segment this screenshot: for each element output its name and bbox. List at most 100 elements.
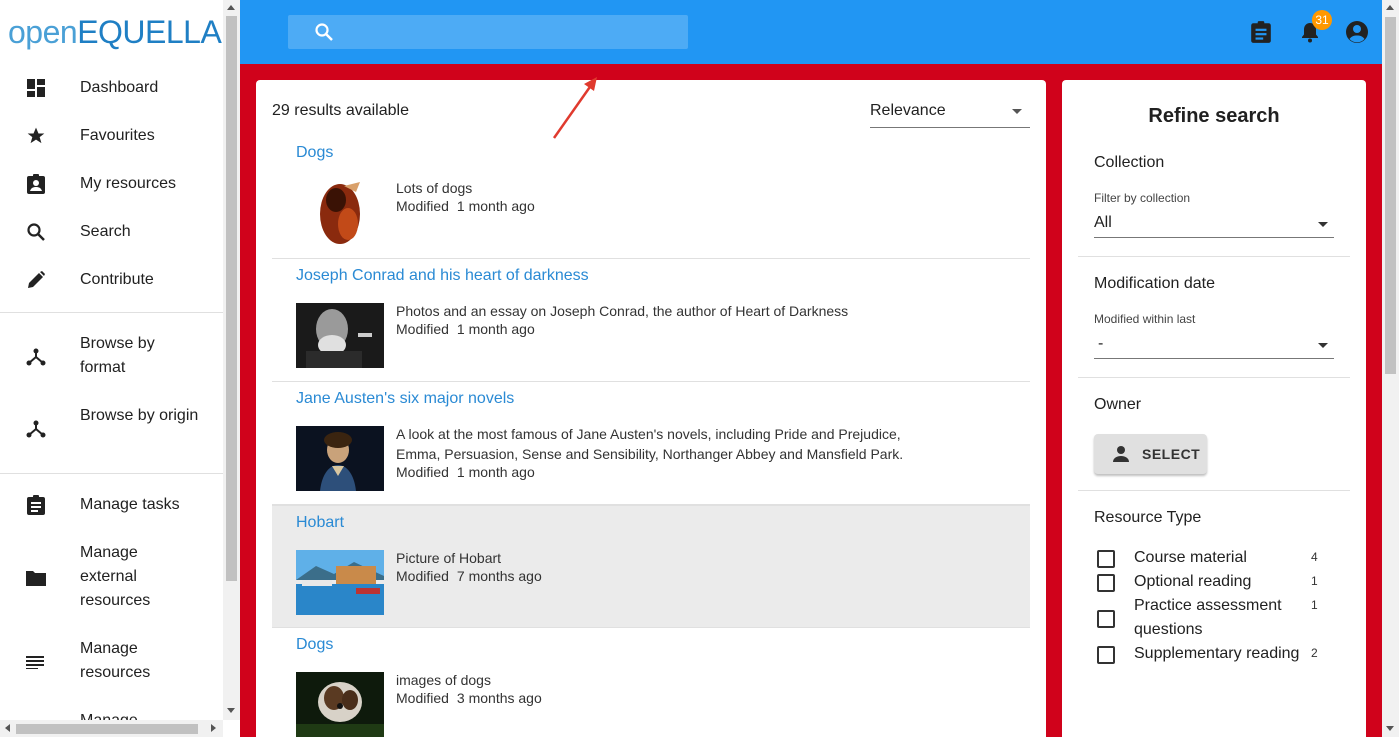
result-thumbnail[interactable] [296,303,384,368]
sidebar-item-label: Search [80,223,131,240]
sidebar-item-label: Contribute [80,271,154,288]
search-result-item: Dogs Lots of dogs Modified 1 month ago [272,136,1030,259]
page-vertical-scrollbar[interactable] [1382,0,1399,737]
pencil-icon [25,269,47,291]
resource-type-label: Optional reading [1134,573,1252,590]
sidebar-item-contribute[interactable]: Contribute [0,256,223,304]
main-content: 29 results available Relevance Dogs Lots… [240,64,1382,737]
resource-type-label: Course material [1134,549,1247,566]
resource-type-option-optional-reading[interactable]: Optional reading 1 [1094,570,1334,594]
sidebar-drawer: openEQUELLA Dashboard Favourites My reso… [0,0,223,737]
star-icon [25,125,47,147]
collection-select[interactable]: All [1094,212,1334,238]
modified-within-label: Modified within last [1094,312,1196,326]
person-icon [1113,446,1129,462]
hierarchy-icon [25,346,47,368]
chevron-down-icon [1318,343,1328,348]
resource-type-section-title: Resource Type [1094,509,1202,526]
modified-within-value: - [1098,335,1104,352]
search-icon [315,23,333,41]
sidebar-item-search[interactable]: Search [0,208,223,256]
resource-type-option-supplementary-reading[interactable]: Supplementary reading 2 [1094,642,1334,666]
result-title-link[interactable]: Joseph Conrad and his heart of darkness [296,267,589,285]
result-title-link[interactable]: Dogs [296,144,333,162]
search-result-item: Joseph Conrad and his heart of darkness … [272,259,1030,382]
result-thumbnail[interactable] [296,550,384,615]
scroll-right-arrow-icon[interactable] [211,724,216,732]
annotation-arrow-icon [552,77,597,139]
sidebar-divider [0,312,223,313]
scrollbar-thumb[interactable] [16,724,198,734]
result-description: images of dogs [396,672,491,688]
modification-date-section-title: Modification date [1094,275,1215,292]
scrollbar-thumb[interactable] [1385,17,1396,374]
result-thumbnail[interactable] [296,672,384,737]
scrollbar-thumb[interactable] [226,16,237,581]
dashboard-icon [25,77,47,99]
result-title-link[interactable]: Dogs [296,636,333,654]
clipboard-icon[interactable] [1250,20,1274,44]
result-title-link[interactable]: Hobart [296,514,344,532]
resource-type-label: Practice assessment questions [1134,597,1282,638]
result-thumbnail[interactable] [296,180,384,245]
section-divider [1078,377,1350,378]
checkbox[interactable] [1097,646,1115,664]
app-bar: 31 [240,0,1382,64]
sidebar-item-favourites[interactable]: Favourites [0,112,223,160]
results-count: 29 results available [272,102,409,119]
resource-type-label: Supplementary reading [1134,645,1300,662]
collection-section-title: Collection [1094,154,1165,171]
clipboard-icon [25,494,47,516]
collection-filter-label: Filter by collection [1094,191,1191,205]
checkbox[interactable] [1097,574,1115,592]
account-circle-icon[interactable] [1345,20,1369,44]
scroll-up-arrow-icon[interactable] [227,5,235,10]
sidebar-item-label: Manage tasks [80,496,180,513]
sidebar-horizontal-scrollbar[interactable] [0,720,223,737]
sidebar-item-my-resources[interactable]: My resources [0,160,223,208]
sidebar-item-manage-resources[interactable]: Manage resources [0,625,223,697]
scroll-left-arrow-icon[interactable] [5,724,10,732]
resource-type-option-course-material[interactable]: Course material 4 [1094,546,1334,570]
scroll-down-arrow-icon[interactable] [1386,726,1394,731]
result-thumbnail[interactable] [296,426,384,491]
hierarchy-icon [25,418,47,440]
result-title-link[interactable]: Jane Austen's six major novels [296,390,514,408]
checkbox[interactable] [1097,550,1115,568]
sidebar-item-label: Manage resources [80,640,151,681]
search-input[interactable] [348,15,678,49]
checkbox[interactable] [1097,610,1115,628]
result-modified: Modified 1 month ago [396,198,535,214]
result-description: A look at the most famous of Jane Austen… [396,426,904,462]
collection-select-value: All [1094,214,1112,231]
sidebar-item-manage-external-resources[interactable]: Manage external resources [0,529,223,625]
folder-icon [25,567,47,589]
select-owner-button[interactable]: SELECT [1094,434,1207,474]
sort-order-select[interactable]: Relevance [870,100,1030,128]
sidebar-item-label: Favourites [80,127,155,144]
search-result-item: Jane Austen's six major novels A look at… [272,382,1030,505]
scroll-down-arrow-icon[interactable] [227,708,235,713]
sidebar-item-manage-tasks[interactable]: Manage tasks [0,481,223,529]
sidebar-item-dashboard[interactable]: Dashboard [0,64,223,112]
result-description: Lots of dogs [396,180,473,196]
resource-type-count: 2 [1311,646,1318,660]
result-modified: Modified 1 month ago [396,464,535,480]
sidebar-item-label: Browse by format [80,335,155,376]
sidebar-vertical-scrollbar[interactable] [223,0,240,720]
sidebar-item-browse-by-format[interactable]: Browse by format [0,320,223,392]
search-bar[interactable] [288,15,688,49]
sidebar-item-label: Browse by origin [80,407,199,424]
scroll-up-arrow-icon[interactable] [1386,5,1394,10]
resource-type-option-practice-assessment-questions[interactable]: Practice assessment questions 1 [1094,594,1334,642]
result-modified: Modified 3 months ago [396,690,542,706]
sidebar-divider [0,473,223,474]
section-divider [1078,256,1350,257]
sidebar-item-label: Dashboard [80,79,159,96]
openequella-logo[interactable]: openEQUELLA [0,0,223,64]
result-modified: Modified 7 months ago [396,568,542,584]
modified-within-select[interactable]: - [1094,333,1334,359]
result-description: Photos and an essay on Joseph Conrad, th… [396,303,849,319]
sidebar-item-browse-by-origin[interactable]: Browse by origin [0,392,223,464]
result-modified: Modified 1 month ago [396,321,535,337]
